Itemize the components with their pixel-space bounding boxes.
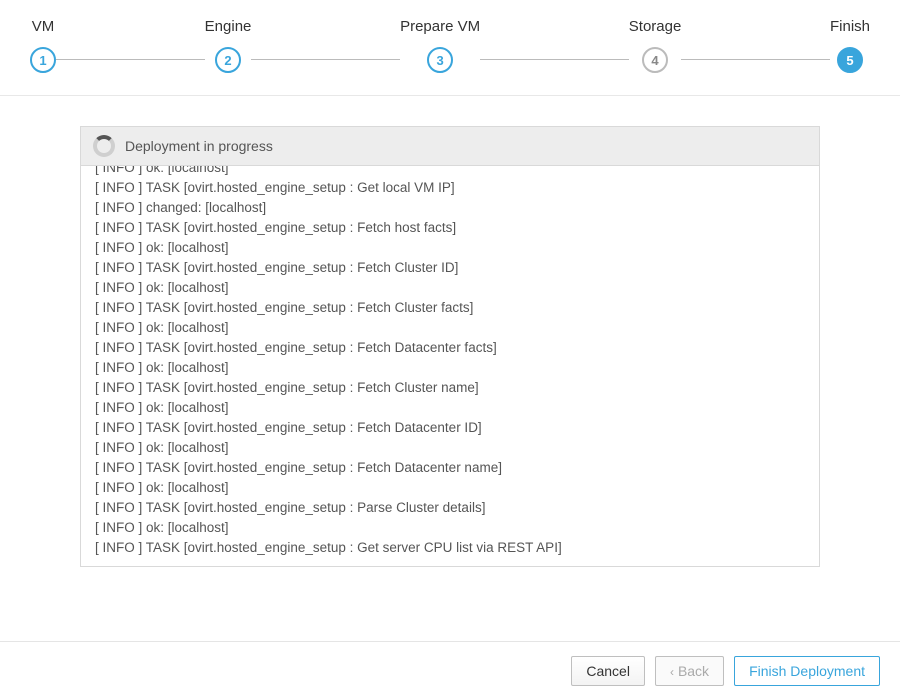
log-line: [ INFO ] ok: [localhost]	[95, 438, 805, 458]
log-line: [ INFO ] TASK [ovirt.hosted_engine_setup…	[95, 218, 805, 238]
wizard-step-label: Finish	[830, 18, 870, 35]
wizard-step-circle: 3	[427, 47, 453, 73]
wizard-step-circle: 1	[30, 47, 56, 73]
status-panel: Deployment in progress [ INFO ] ok: [loc…	[80, 126, 820, 567]
log-line: [ INFO ] ok: [localhost]	[95, 478, 805, 498]
log-line: [ INFO ] TASK [ovirt.hosted_engine_setup…	[95, 498, 805, 518]
wizard-steps: VM 1 Engine 2 Prepare VM 3 Storage 4 Fin…	[0, 0, 900, 96]
log-line: [ INFO ] TASK [ovirt.hosted_engine_setup…	[95, 418, 805, 438]
log-line: [ INFO ] changed: [localhost]	[95, 198, 805, 218]
wizard-step-label: Engine	[205, 18, 252, 35]
back-button[interactable]: ‹ Back	[655, 656, 724, 686]
wizard-step-engine[interactable]: Engine 2	[205, 18, 252, 73]
spinner-icon	[93, 135, 115, 157]
wizard-step-label: VM	[32, 18, 55, 35]
log-line: [ INFO ] ok: [localhost]	[95, 398, 805, 418]
wizard-step-circle: 5	[837, 47, 863, 73]
wizard-step-finish[interactable]: Finish 5	[830, 18, 870, 73]
log-line: [ INFO ] ok: [localhost]	[95, 358, 805, 378]
status-message: Deployment in progress	[125, 138, 273, 154]
wizard-connector	[681, 59, 830, 60]
log-line: [ INFO ] TASK [ovirt.hosted_engine_setup…	[95, 338, 805, 358]
log-line: [ INFO ] ok: [localhost]	[95, 518, 805, 538]
wizard-step-label: Storage	[629, 18, 682, 35]
wizard-step-storage[interactable]: Storage 4	[629, 18, 682, 73]
log-line: [ INFO ] ok: [localhost]	[95, 238, 805, 258]
log-line: [ INFO ] TASK [ovirt.hosted_engine_setup…	[95, 178, 805, 198]
wizard-step-prepare-vm[interactable]: Prepare VM 3	[400, 18, 480, 73]
log-line: [ INFO ] TASK [ovirt.hosted_engine_setup…	[95, 378, 805, 398]
log-line: [ INFO ] ok: [localhost]	[95, 278, 805, 298]
wizard-step-circle: 4	[642, 47, 668, 73]
log-line: [ INFO ] ok: [localhost]	[95, 318, 805, 338]
log-line: [ INFO ] TASK [ovirt.hosted_engine_setup…	[95, 458, 805, 478]
log-line: [ INFO ] ok: [localhost]	[95, 166, 805, 178]
footer-actions: Cancel ‹ Back Finish Deployment	[0, 641, 900, 700]
back-button-label: Back	[678, 663, 709, 679]
wizard-connector	[56, 59, 205, 60]
cancel-button[interactable]: Cancel	[571, 656, 645, 686]
log-line: [ INFO ] TASK [ovirt.hosted_engine_setup…	[95, 298, 805, 318]
log-line: [ INFO ] TASK [ovirt.hosted_engine_setup…	[95, 538, 805, 558]
status-header: Deployment in progress	[81, 127, 819, 166]
finish-deployment-button[interactable]: Finish Deployment	[734, 656, 880, 686]
log-line: [ INFO ] TASK [ovirt.hosted_engine_setup…	[95, 258, 805, 278]
wizard-step-label: Prepare VM	[400, 18, 480, 35]
wizard-step-circle: 2	[215, 47, 241, 73]
wizard-connector	[480, 59, 629, 60]
log-output[interactable]: [ INFO ] ok: [localhost][ INFO ] TASK [o…	[81, 166, 819, 566]
wizard-connector	[251, 59, 400, 60]
content-area: Deployment in progress [ INFO ] ok: [loc…	[0, 96, 900, 567]
wizard-step-vm[interactable]: VM 1	[30, 18, 56, 73]
chevron-left-icon: ‹	[670, 665, 674, 679]
